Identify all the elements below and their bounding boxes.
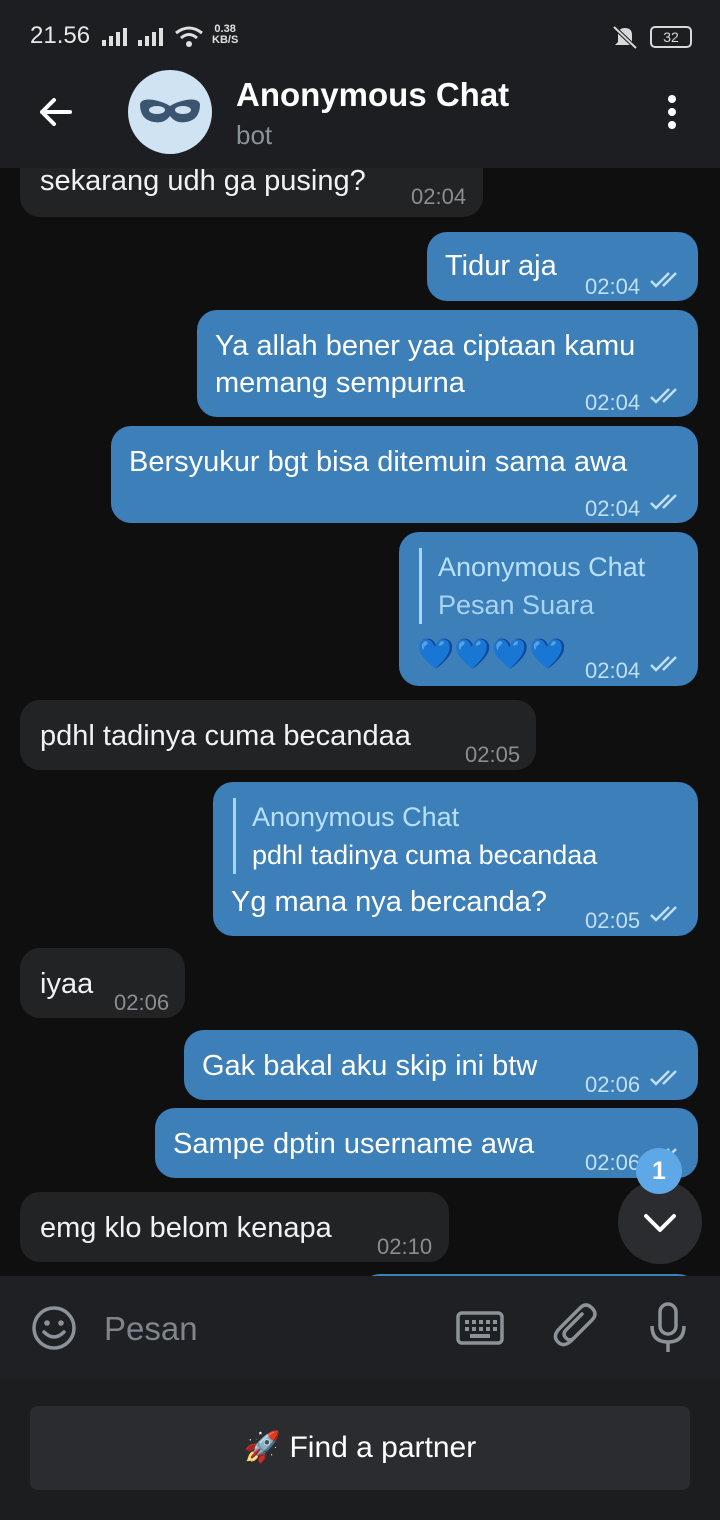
reply-quote[interactable]: Anonymous Chat pdhl tadinya cuma becanda… — [233, 798, 597, 874]
message-incoming[interactable]: sekarang udh ga pusing? 02:04 — [20, 168, 483, 217]
message-text: Yg mana nya bercanda? — [231, 886, 547, 918]
message-outgoing[interactable]: Sampe dptin username awa 02:06 — [155, 1108, 698, 1178]
unread-badge: 1 — [636, 1148, 682, 1194]
signal-icon — [138, 28, 163, 46]
reply-text: pdhl tadinya cuma becandaa — [252, 840, 598, 870]
message-time: 02:04 — [585, 496, 641, 521]
message-outgoing[interactable]: Bersyukur bgt bisa ditemuin sama awa 02:… — [111, 426, 698, 523]
message-text: sekarang udh ga pusing? — [40, 168, 366, 197]
message-text: 💙💙💙💙 — [417, 638, 567, 671]
message-incoming[interactable]: pdhl tadinya cuma becandaa 02:05 — [20, 700, 536, 770]
message-text: iyaa — [40, 968, 94, 1000]
double-check-icon — [650, 1070, 677, 1086]
battery-indicator: 32 — [650, 26, 692, 48]
message-list[interactable]: sekarang udh ga pusing? 02:04 Tidur aja … — [0, 168, 720, 1276]
network-speed: 0.38 KB/S — [212, 23, 239, 46]
reply-text: Pesan Suara — [438, 590, 595, 620]
message-incoming[interactable]: emg klo belom kenapa 02:10 — [20, 1192, 449, 1262]
double-check-icon — [650, 388, 677, 404]
message-input[interactable]: Pesan — [104, 1310, 198, 1348]
mute-icon — [612, 25, 638, 50]
reply-sender: Anonymous Chat — [438, 552, 646, 582]
back-arrow-icon[interactable] — [36, 92, 76, 132]
message-time: 02:04 — [411, 184, 467, 209]
message-text-line: memang sempurna — [215, 367, 465, 399]
message-time: 02:04 — [585, 390, 641, 415]
message-time: 02:06 — [585, 1150, 641, 1175]
message-text: Sampe dptin username awa — [173, 1128, 535, 1160]
message-time: 02:05 — [465, 742, 521, 767]
message-outgoing-reply[interactable]: Anonymous Chat pdhl tadinya cuma becanda… — [213, 782, 698, 936]
message-text: Bersyukur bgt bisa ditemuin sama awa — [129, 446, 628, 478]
message-outgoing[interactable]: Gak bakal aku skip ini btw 02:06 — [184, 1030, 698, 1100]
message-time: 02:06 — [585, 1072, 641, 1097]
status-time: 21.56 — [30, 22, 91, 49]
double-check-icon — [650, 656, 677, 672]
wifi-icon — [175, 26, 203, 47]
message-text: emg klo belom kenapa — [40, 1212, 332, 1244]
message-text: Gak bakal aku skip ini btw — [202, 1050, 538, 1082]
emoji-icon[interactable] — [30, 1304, 78, 1352]
message-text-line: Ya allah bener yaa ciptaan kamu — [215, 330, 636, 362]
mask-icon — [140, 99, 200, 123]
message-incoming[interactable]: iyaa 02:06 — [20, 948, 185, 1018]
message-outgoing[interactable]: Ya allah bener yaa ciptaan kamu memang s… — [197, 310, 698, 417]
message-text: Tidur aja — [445, 250, 557, 282]
message-time: 02:10 — [377, 1234, 433, 1259]
signal-icon — [102, 28, 127, 46]
message-time: 02:05 — [585, 908, 641, 933]
message-outgoing-reply[interactable]: Anonymous Chat Pesan Suara 💙💙💙💙 02:04 — [399, 532, 698, 686]
double-check-icon — [650, 494, 677, 510]
find-partner-button[interactable]: 🚀 Find a partner — [30, 1406, 690, 1490]
mic-icon[interactable] — [648, 1302, 688, 1354]
message-time: 02:06 — [114, 990, 170, 1015]
avatar[interactable] — [128, 70, 212, 154]
double-check-icon — [650, 272, 677, 288]
message-outgoing[interactable]: Tidur aja 02:04 — [427, 232, 698, 301]
chat-subtitle: bot — [236, 120, 273, 150]
more-vert-icon[interactable] — [660, 94, 684, 132]
attach-icon[interactable] — [552, 1302, 600, 1354]
reply-sender: Anonymous Chat — [252, 802, 460, 832]
reply-quote[interactable]: Anonymous Chat Pesan Suara — [419, 548, 645, 624]
message-text: pdhl tadinya cuma becandaa — [40, 720, 411, 752]
message-time: 02:04 — [585, 658, 641, 683]
chat-title[interactable]: Anonymous Chat — [236, 76, 509, 114]
keyboard-icon[interactable] — [456, 1310, 504, 1346]
double-check-icon — [650, 906, 677, 922]
message-time: 02:04 — [585, 274, 641, 299]
